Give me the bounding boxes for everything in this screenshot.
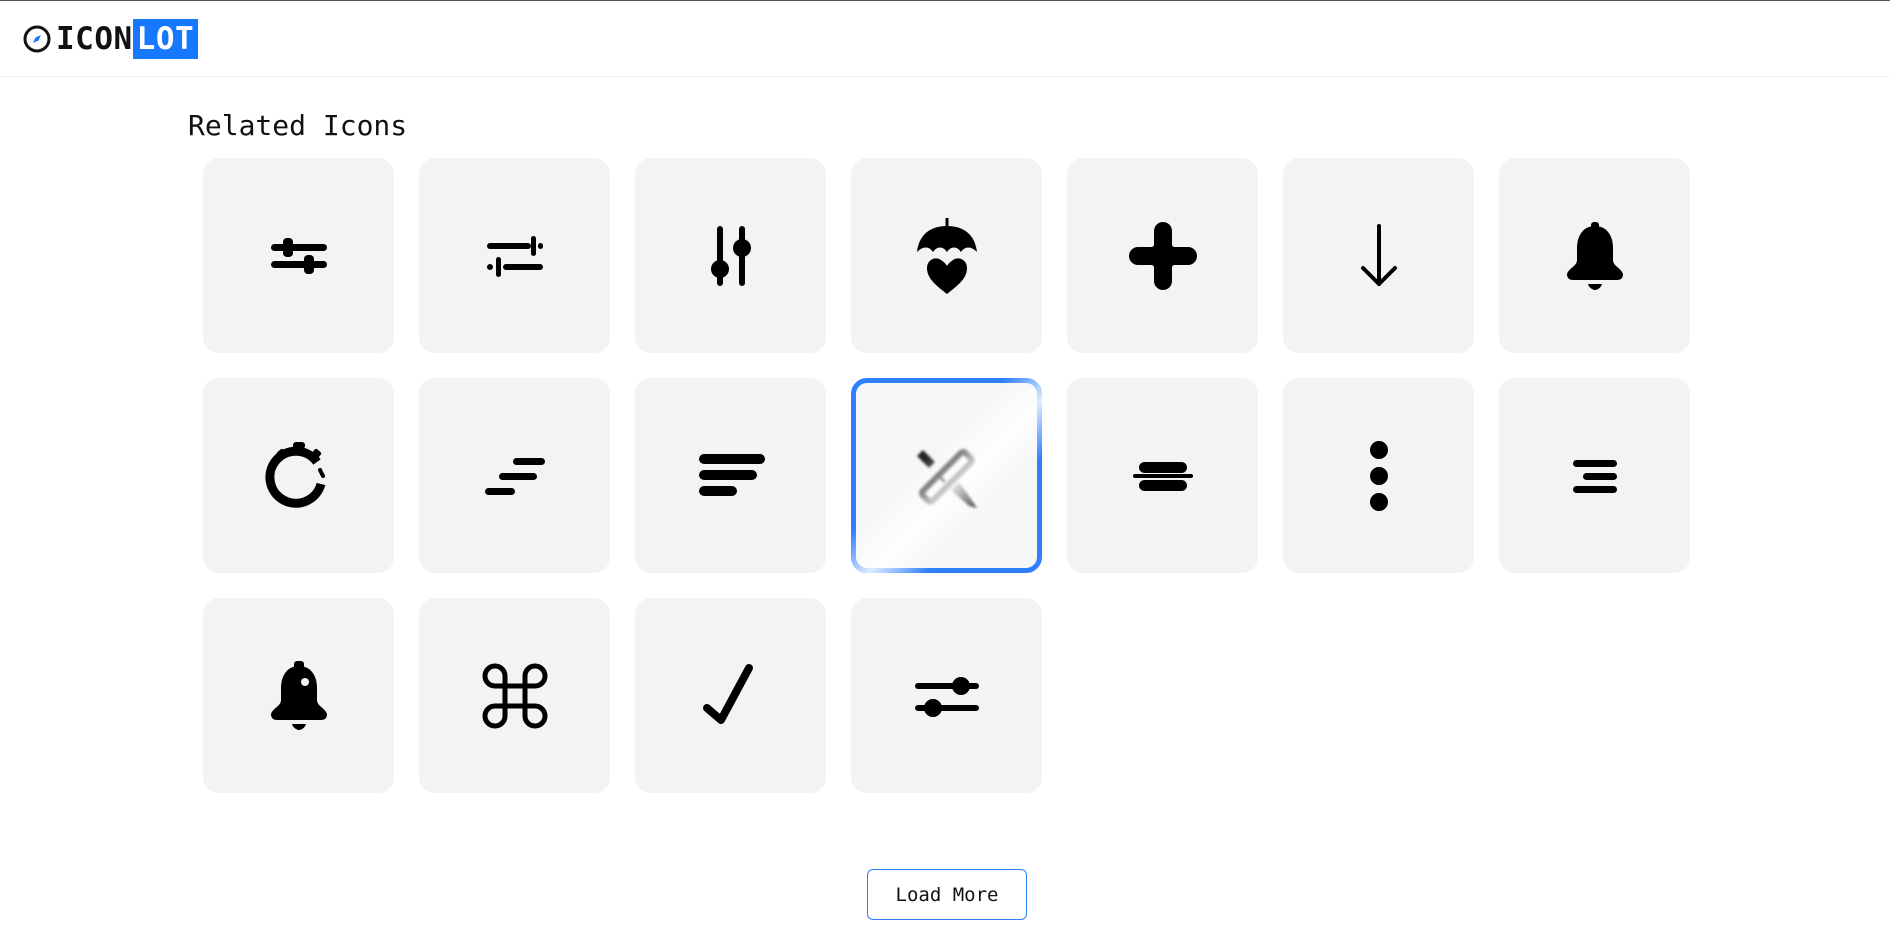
toggle-sliders-icon [914, 676, 979, 717]
align-right-icon [1572, 459, 1617, 493]
sliders-horizontal-icon [270, 237, 327, 274]
check-icon [702, 663, 753, 724]
section-title: Related Icons [188, 109, 408, 143]
logo[interactable]: ICON LOT [22, 19, 199, 59]
plus-bold-icon [1128, 221, 1197, 290]
sliders-vertical-icon [710, 225, 751, 286]
icon-tile[interactable] [1067, 158, 1258, 353]
icon-tile[interactable] [419, 378, 610, 573]
bell-ring-icon [270, 660, 327, 730]
icon-tile[interactable] [635, 158, 826, 353]
icon-tile[interactable] [1499, 158, 1690, 353]
header: ICON LOT [0, 1, 1890, 77]
logo-text-highlight: LOT [132, 19, 199, 59]
ruler-pencil-icon [916, 448, 977, 508]
icon-tile[interactable] [203, 378, 394, 573]
load-more-button[interactable]: Load More [867, 869, 1027, 920]
settings-adjust-icon [486, 235, 543, 277]
sort-lines-icon [484, 457, 545, 495]
icon-tile[interactable] [1283, 158, 1474, 353]
compass-icon [23, 25, 51, 53]
icon-tile[interactable] [635, 598, 826, 793]
command-icon [482, 663, 547, 728]
icon-tile[interactable] [851, 598, 1042, 793]
icon-tile[interactable] [851, 158, 1042, 353]
icon-tile[interactable] [635, 378, 826, 573]
icon-grid [203, 158, 1690, 793]
icon-tile[interactable] [1283, 378, 1474, 573]
timer-icon [264, 441, 325, 508]
icon-tile-selected[interactable] [851, 378, 1042, 573]
icon-tile[interactable] [203, 598, 394, 793]
icon-tile[interactable] [419, 598, 610, 793]
umbrella-heart-icon [916, 217, 977, 294]
icon-tile[interactable] [1067, 378, 1258, 573]
icon-tile[interactable] [1499, 378, 1690, 573]
icon-tile[interactable] [419, 158, 610, 353]
bell-icon [1566, 221, 1623, 290]
arrow-down-icon [1360, 223, 1397, 286]
align-left-icon [698, 453, 765, 496]
logo-text: ICON [56, 21, 133, 57]
icon-tile[interactable] [203, 158, 394, 353]
more-vertical-icon [1369, 440, 1388, 511]
strikethrough-icon [1132, 461, 1193, 491]
